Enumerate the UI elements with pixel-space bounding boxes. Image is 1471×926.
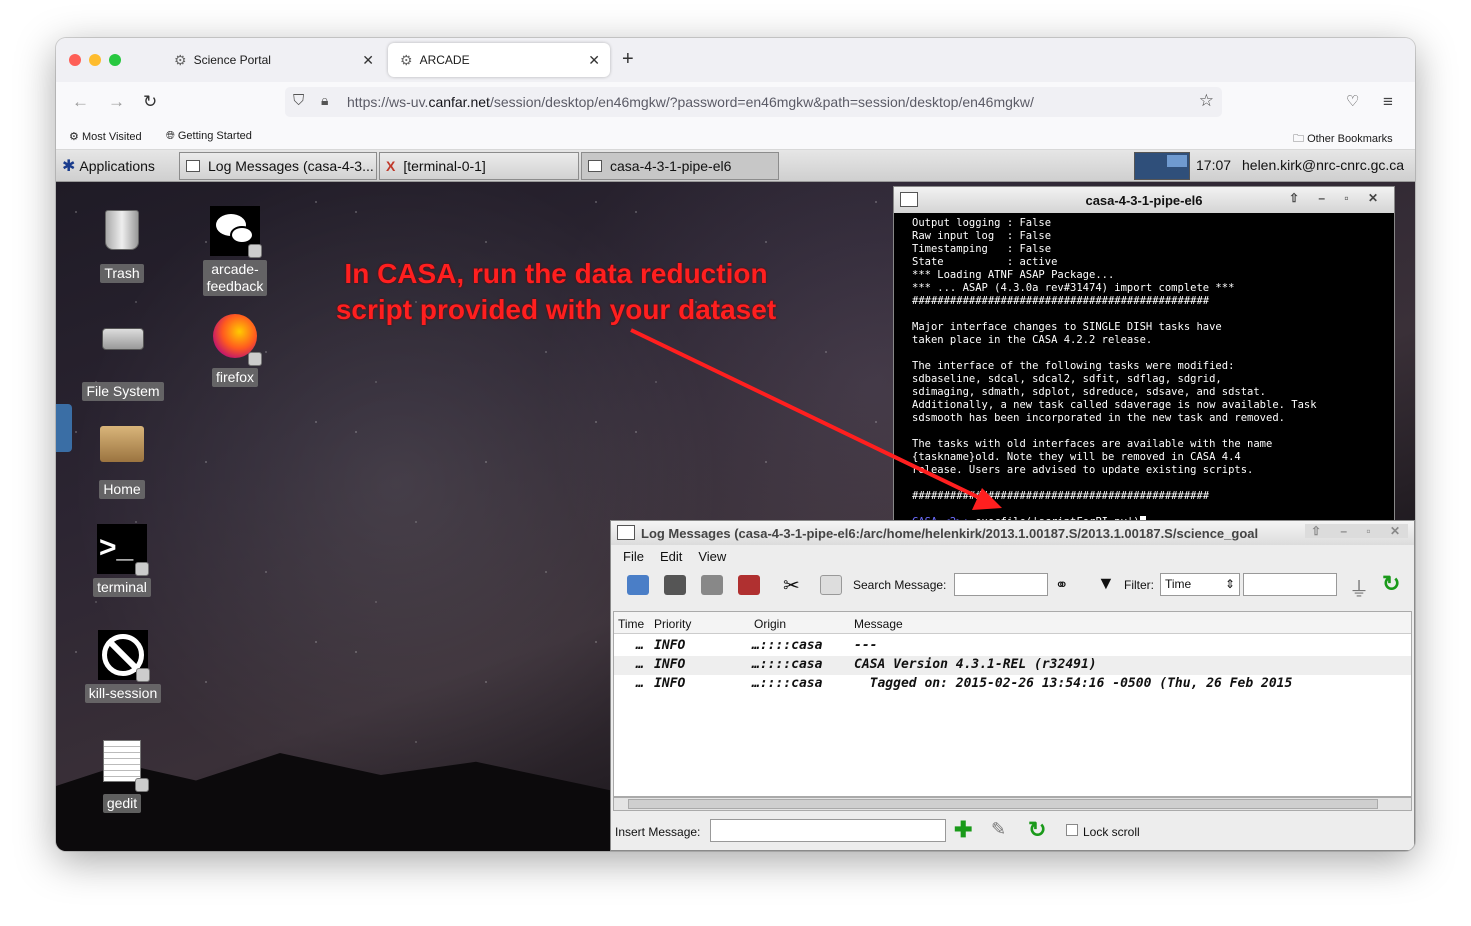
tab-science-portal[interactable]: ⚙ Science Portal ✕ bbox=[162, 43, 384, 77]
gear-favicon-icon: ⚙ bbox=[400, 51, 413, 68]
other-bookmarks[interactable]: 🗀 Other Bookmarks bbox=[1293, 130, 1393, 149]
bookmarks-toolbar: ⚙ Most Visited 🌐︎ Getting Started 🗀 Othe… bbox=[56, 124, 1415, 150]
taskbar-log-messages[interactable]: Log Messages (casa-4-3... bbox=[179, 152, 377, 180]
tab-label: ARCADE bbox=[419, 53, 470, 67]
task-label: [terminal-0-1] bbox=[403, 158, 486, 174]
bookmark-most-visited[interactable]: ⚙ Most Visited bbox=[69, 130, 142, 143]
new-tab-button[interactable]: + bbox=[622, 48, 634, 71]
globe-icon: 🌐︎ bbox=[166, 130, 175, 142]
pocket-icon[interactable]: ♡ bbox=[1346, 92, 1359, 110]
terminal-task-icon: X bbox=[386, 158, 396, 174]
gear-favicon-icon: ⚙ bbox=[174, 51, 187, 68]
zoom-window-button[interactable] bbox=[109, 54, 121, 66]
user-name: helen.kirk@nrc-cnrc.gc.ca bbox=[1242, 157, 1405, 173]
workspace-preview bbox=[1167, 155, 1187, 167]
arrow-head bbox=[972, 488, 1002, 510]
close-tab-icon[interactable]: ✕ bbox=[362, 52, 374, 69]
desktop-background: Trash arcade- feedback File System firef… bbox=[56, 182, 1415, 851]
tab-strip: ⚙ Science Portal ✕ ⚙ ARCADE ✕ + bbox=[56, 38, 1415, 82]
remote-desktop-viewport[interactable]: ✱ Applications Log Messages (casa-4-3...… bbox=[56, 150, 1415, 851]
applications-menu[interactable]: ✱ Applications bbox=[62, 156, 155, 176]
close-tab-icon[interactable]: ✕ bbox=[588, 52, 600, 69]
minimize-window-button[interactable] bbox=[89, 54, 101, 66]
browser-window: ⚙ Science Portal ✕ ⚙ ARCADE ✕ + ← → ↻ ⛉ … bbox=[56, 38, 1415, 851]
reload-icon[interactable]: ↻ bbox=[143, 92, 157, 112]
url-host: canfar.net bbox=[428, 94, 490, 110]
navigation-toolbar: ← → ↻ ⛉ 🔒︎ https://ws-uv.canfar.net/sess… bbox=[56, 82, 1415, 124]
url-prefix: https://ws-uv. bbox=[347, 94, 429, 110]
task-label: casa-4-3-1-pipe-el6 bbox=[610, 158, 732, 174]
bookmark-getting-started[interactable]: 🌐︎ Getting Started bbox=[166, 130, 252, 143]
folder-icon: 🗀 bbox=[1293, 133, 1304, 145]
tab-arcade[interactable]: ⚙ ARCADE ✕ bbox=[388, 43, 610, 77]
bookmark-star-icon[interactable]: ☆ bbox=[1199, 91, 1214, 111]
shield-icon[interactable]: ⛉ bbox=[293, 92, 304, 109]
applications-label: Applications bbox=[79, 158, 155, 174]
close-window-button[interactable] bbox=[69, 54, 81, 66]
taskbar-terminal[interactable]: X [terminal-0-1] bbox=[379, 152, 579, 180]
taskbar-casa[interactable]: casa-4-3-1-pipe-el6 bbox=[581, 152, 779, 180]
annotation-arrow bbox=[630, 328, 1002, 510]
other-bookmarks-label: Other Bookmarks bbox=[1307, 133, 1393, 145]
clock: 17:07 bbox=[1196, 157, 1232, 173]
bookmark-label: Most Visited bbox=[81, 131, 142, 143]
forward-arrow-icon[interactable]: → bbox=[108, 92, 125, 112]
url-text[interactable]: https://ws-uv.canfar.net/session/desktop… bbox=[347, 94, 1034, 110]
gear-icon: ⚙ bbox=[69, 131, 79, 143]
lock-icon[interactable]: 🔒︎ bbox=[321, 92, 328, 109]
task-label: Log Messages (casa-4-3... bbox=[208, 158, 374, 174]
arrow-shaft bbox=[630, 328, 985, 502]
url-bar[interactable]: ⛉ 🔒︎ https://ws-uv.canfar.net/session/de… bbox=[285, 87, 1222, 117]
window-icon bbox=[186, 160, 200, 172]
back-arrow-icon[interactable]: ← bbox=[72, 92, 89, 112]
url-path: /session/desktop/en46mgkw/?password=en46… bbox=[489, 94, 1034, 110]
desktop-panel: ✱ Applications Log Messages (casa-4-3...… bbox=[56, 150, 1415, 182]
applications-menu-icon: ✱ bbox=[62, 158, 76, 175]
tab-label: Science Portal bbox=[193, 53, 271, 67]
window-icon bbox=[588, 160, 602, 172]
workspace-switcher[interactable] bbox=[1134, 152, 1190, 180]
hamburger-menu-icon[interactable]: ≡ bbox=[1383, 92, 1393, 112]
bookmark-label: Getting Started bbox=[177, 130, 252, 142]
